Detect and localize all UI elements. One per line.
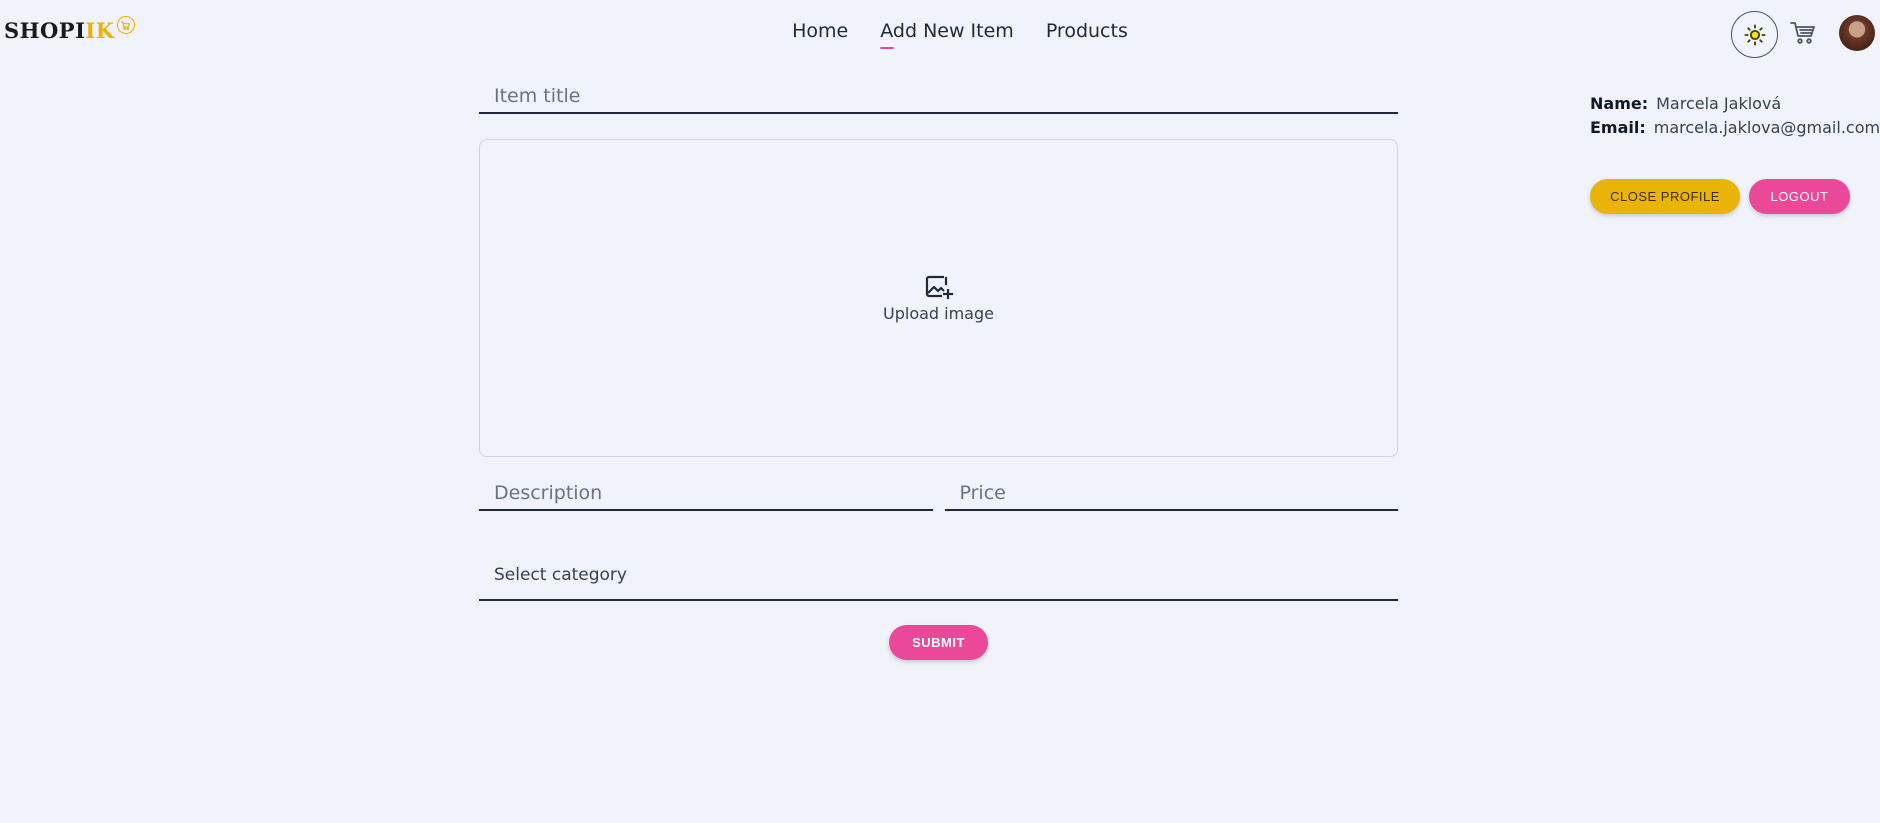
category-select-label: Select category [494,565,627,585]
close-profile-button[interactable]: CLOSE PROFILE [1590,179,1740,214]
nav-add-new-item[interactable]: Add New Item [880,20,1014,49]
profile-name-value: Marcela Jaklová [1656,94,1782,113]
profile-panel: Name: Marcela Jaklová Email: marcela.jak… [1590,92,1880,140]
profile-email-key: Email: [1590,118,1646,137]
cart-icon [1790,22,1815,44]
profile-email-value: marcela.jaklova@gmail.com [1653,118,1880,137]
cart-button[interactable] [1790,21,1816,50]
price-input[interactable] [944,469,1398,509]
image-plus-icon [925,275,953,299]
avatar[interactable] [1839,15,1875,51]
submit-wrap: SUBMIT [479,625,1398,660]
profile-email-row: Email: marcela.jaklova@gmail.com [1590,116,1880,140]
upload-image-dropzone[interactable]: Upload image [479,139,1398,457]
page: SHOPIIK Home Add New Item Products Item … [0,0,1880,823]
theme-toggle-button[interactable] [1731,11,1778,58]
price-field [944,469,1398,511]
profile-name-row: Name: Marcela Jaklová [1590,92,1880,116]
profile-actions: CLOSE PROFILE LOGOUT [1590,179,1850,214]
add-item-form: Upload image Select category SUBMIT [479,72,1398,660]
item-title-input[interactable] [479,72,1398,112]
logout-button[interactable]: LOGOUT [1749,179,1850,214]
nav-home[interactable]: Home [792,20,848,42]
upload-image-label: Upload image [883,303,994,323]
sun-icon [1743,23,1766,46]
category-select[interactable]: Select category [479,551,1398,601]
description-input[interactable] [479,469,933,509]
nav-products[interactable]: Products [1046,20,1128,42]
description-field [479,469,933,511]
description-price-row [479,469,1398,511]
main-nav: Home Add New Item Products [0,20,1880,49]
submit-button[interactable]: SUBMIT [889,625,988,660]
item-title-field [479,72,1398,114]
profile-name-key: Name: [1590,94,1649,113]
